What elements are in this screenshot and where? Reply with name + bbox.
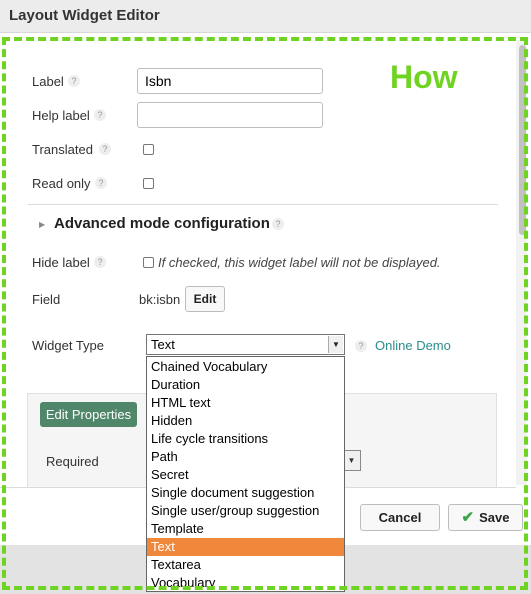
field-edit-button[interactable]: Edit [185, 286, 225, 312]
checkmark-icon: ✔ [461, 509, 475, 526]
read-only-field-label: Read only [32, 176, 91, 191]
annotation-text: How [390, 59, 458, 95]
hide-label-hint: If checked, this widget label will not b… [158, 255, 441, 270]
widget-type-dropdown-list[interactable]: Chained Vocabulary Duration HTML text Hidde… [146, 356, 345, 592]
help-icon[interactable]: ? [355, 340, 367, 352]
widget-type-option[interactable]: Text [147, 538, 344, 556]
field-label: Field [32, 292, 61, 307]
widget-type-option[interactable]: Template [147, 520, 344, 538]
widget-type-option[interactable]: Chained Vocabulary [147, 358, 344, 376]
read-only-checkbox[interactable] [143, 178, 154, 189]
dialog-titlebar: Layout Widget Editor [0, 0, 531, 33]
widget-type-option[interactable]: Hidden [147, 412, 344, 430]
widget-type-select[interactable]: Text ▼ [146, 334, 345, 355]
widget-type-option[interactable]: Life cycle transitions [147, 430, 344, 448]
help-icon[interactable]: ? [68, 75, 80, 87]
save-button[interactable]: ✔ Save [448, 504, 523, 531]
widget-type-selected-value: Text [151, 337, 175, 352]
widget-type-option[interactable]: HTML text [147, 394, 344, 412]
widget-type-option[interactable]: Single document suggestion [147, 484, 344, 502]
widget-type-option[interactable]: Textarea [147, 556, 344, 574]
field-value: bk:isbn [139, 292, 181, 307]
help-icon[interactable]: ? [99, 143, 111, 155]
widget-type-option[interactable]: Single user/group suggestion [147, 502, 344, 520]
widget-type-option[interactable]: Duration [147, 376, 344, 394]
help-label-input[interactable] [137, 102, 323, 128]
help-icon[interactable]: ? [94, 256, 106, 268]
help-icon[interactable]: ? [95, 177, 107, 189]
expand-triangle-icon[interactable]: ▶ [39, 220, 45, 229]
widget-type-option[interactable]: Vocabulary [147, 574, 344, 592]
label-field-label: Label [32, 74, 64, 89]
widget-type-option[interactable]: Path [147, 448, 344, 466]
edit-properties-button[interactable]: Edit Properties [40, 402, 137, 427]
scrollbar-thumb[interactable] [519, 45, 526, 235]
widget-type-label: Widget Type [32, 338, 105, 353]
hide-label-field-label: Hide label [32, 255, 90, 270]
chevron-down-icon[interactable]: ▼ [343, 450, 361, 471]
label-input[interactable] [137, 68, 323, 94]
translated-checkbox[interactable] [143, 144, 154, 155]
hide-label-checkbox[interactable] [143, 257, 154, 268]
dialog-title: Layout Widget Editor [9, 7, 160, 24]
widget-type-option[interactable]: Secret [147, 466, 344, 484]
required-label: Required [46, 454, 99, 469]
save-button-label: Save [479, 510, 510, 525]
help-icon[interactable]: ? [272, 218, 284, 230]
online-demo-link[interactable]: Online Demo [375, 338, 451, 353]
advanced-mode-toggle[interactable]: Advanced mode configuration [54, 215, 270, 232]
help-icon[interactable]: ? [94, 109, 106, 121]
help-label-field-label: Help label [32, 108, 90, 123]
section-divider [28, 204, 498, 205]
translated-field-label: Translated [32, 142, 93, 157]
chevron-down-icon[interactable]: ▼ [328, 336, 343, 353]
cancel-button[interactable]: Cancel [360, 504, 440, 531]
